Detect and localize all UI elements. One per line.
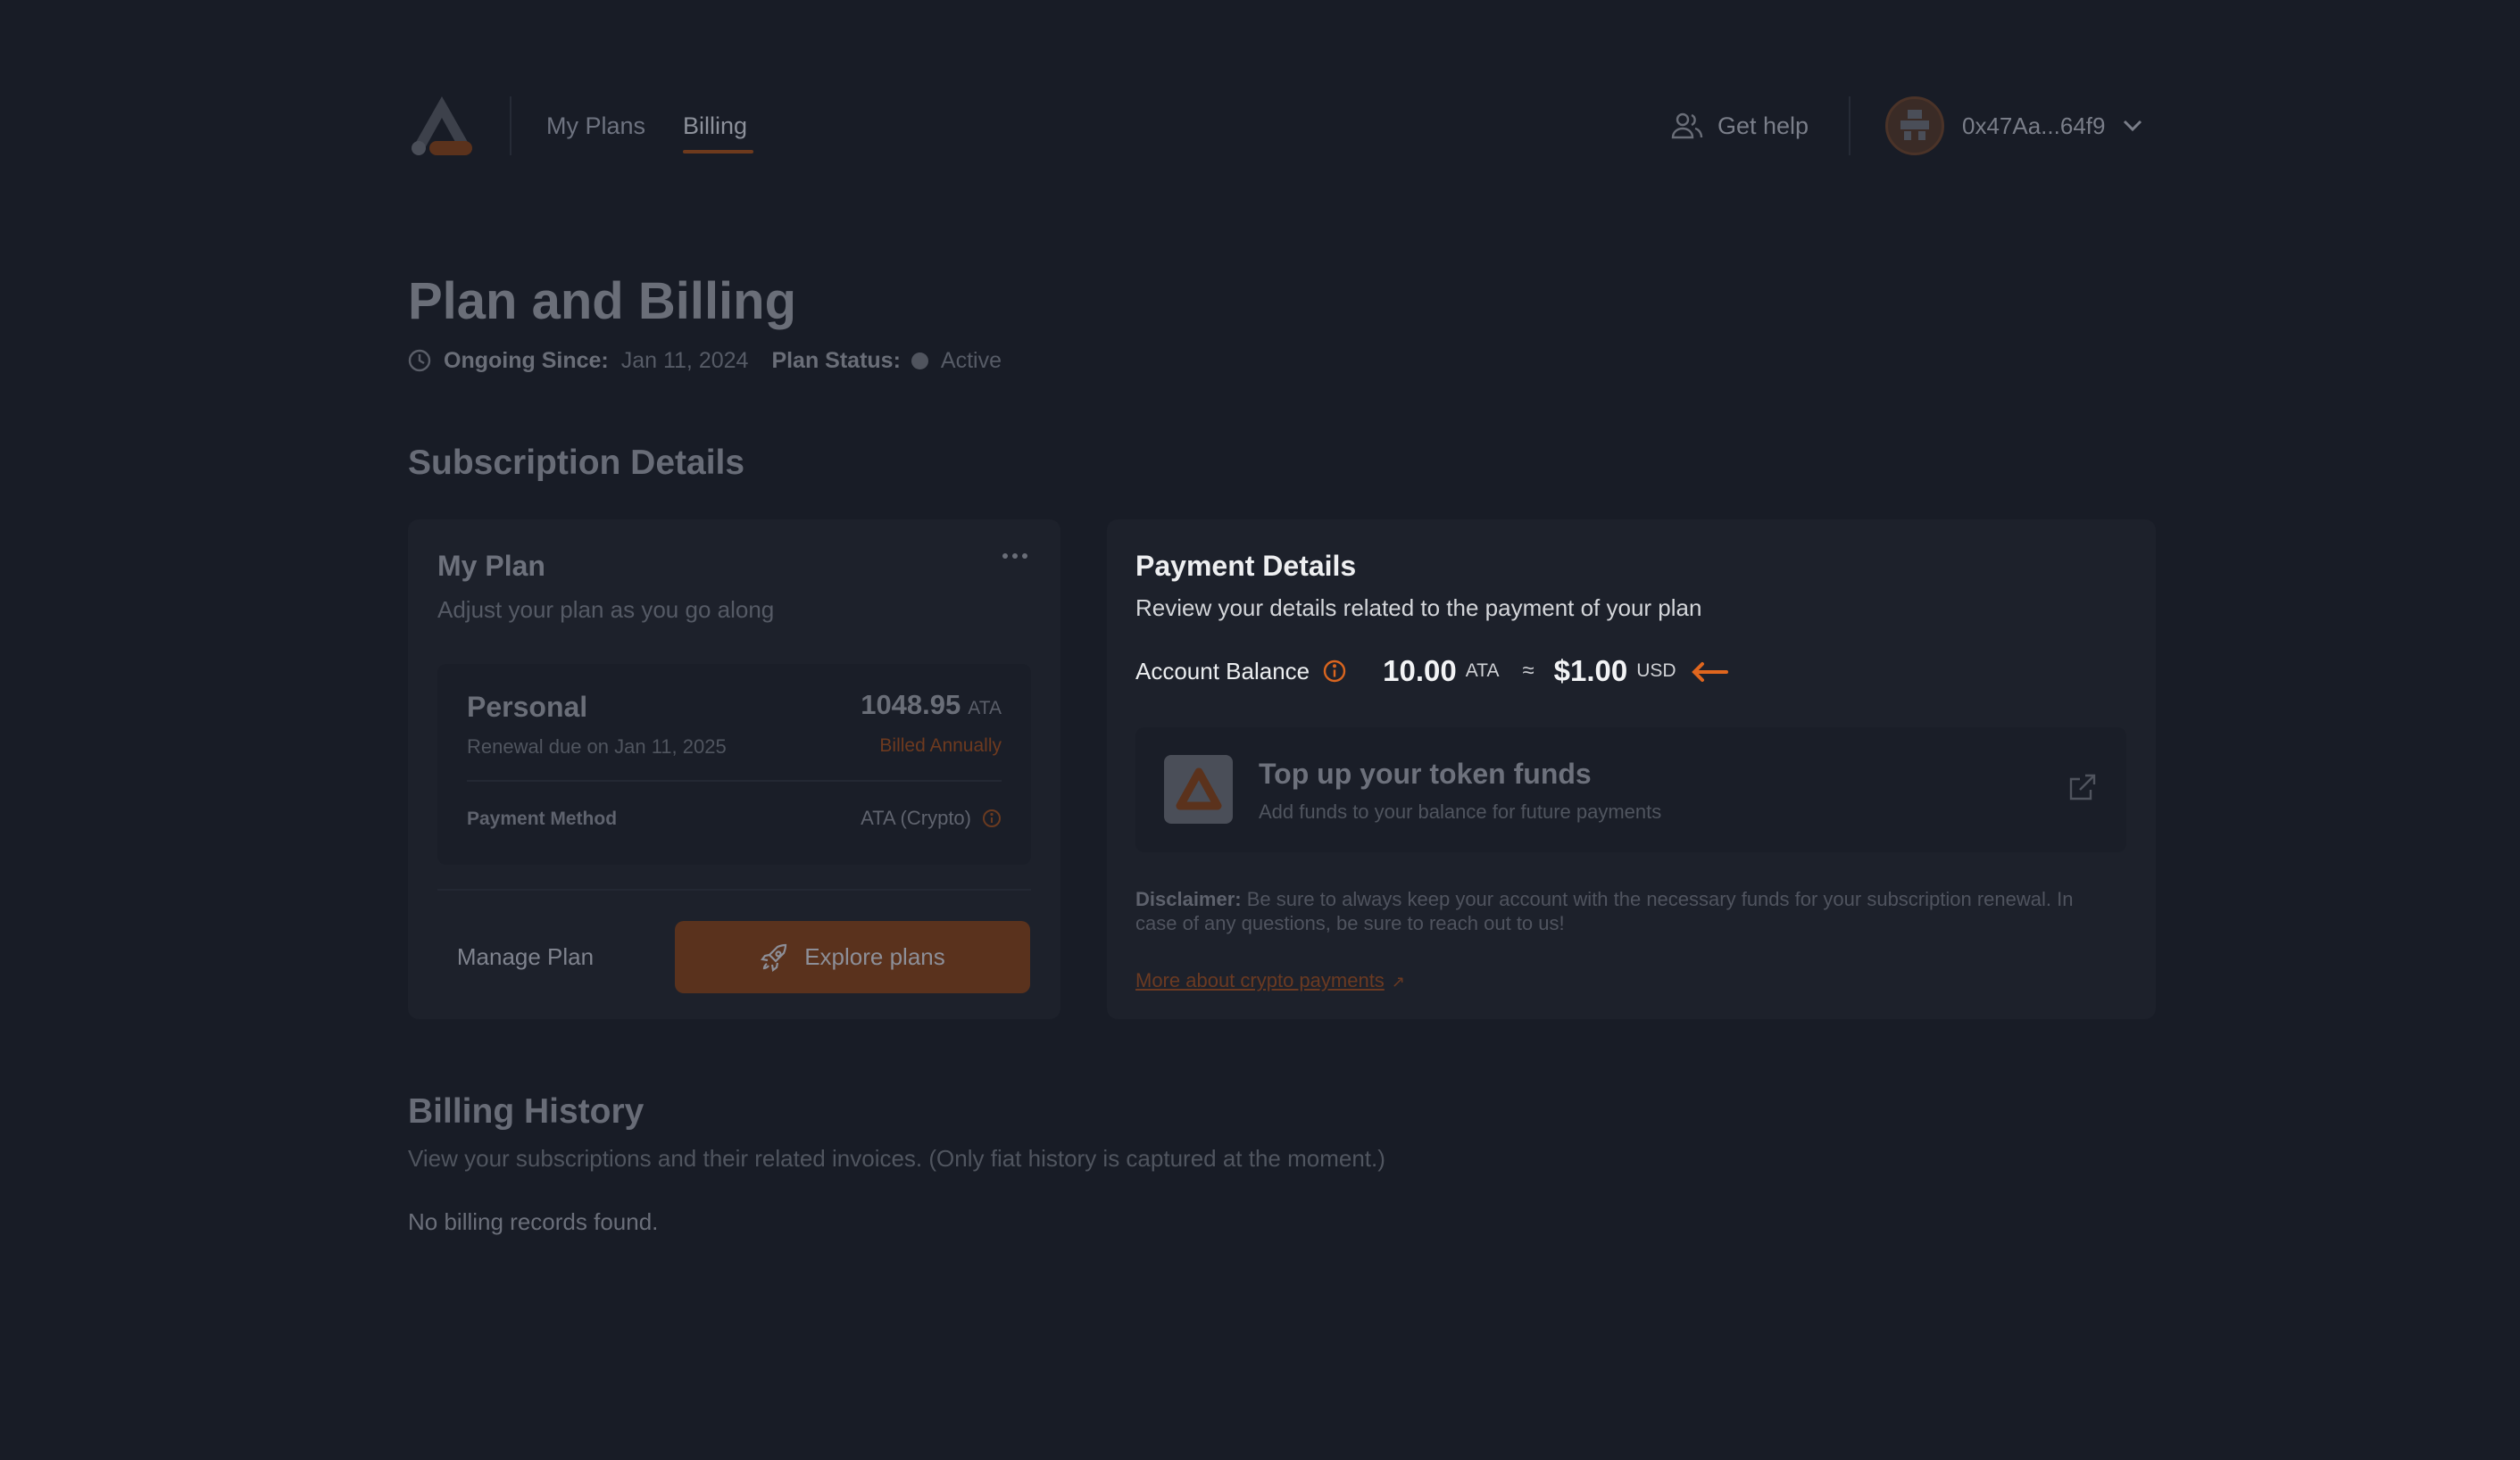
arrow-left-icon — [1691, 662, 1728, 682]
explore-plans-button[interactable]: Explore plans — [675, 921, 1030, 993]
page-title: Plan and Billing — [408, 272, 797, 330]
plan-summary: Personal Renewal due on Jan 11, 2025 104… — [437, 664, 1031, 865]
header-divider — [510, 96, 511, 155]
chevron-down-icon — [2124, 120, 2142, 132]
divider — [467, 780, 1002, 782]
dot-icon — [1002, 553, 1008, 559]
dot-icon — [1022, 553, 1027, 559]
top-up-subtitle: Add funds to your balance for future pay… — [1259, 801, 1662, 823]
manage-plan-button[interactable]: Manage Plan — [437, 921, 613, 992]
nav-billing[interactable]: Billing — [683, 112, 747, 140]
usd-unit: USD — [1636, 660, 1676, 681]
payment-method-label: Payment Method — [467, 809, 618, 829]
approx-symbol: ≈ — [1522, 659, 1534, 683]
top-nav: My Plans Billing Get help 0x47Aa...64f9 — [408, 89, 2156, 166]
status-dot — [911, 352, 928, 369]
billing-cycle: Billed Annually — [879, 735, 1002, 756]
my-plan-subtitle: Adjust your plan as you go along — [437, 596, 775, 623]
disclaimer: Disclaimer: Be sure to always keep your … — [1135, 887, 2117, 935]
payment-details-card: Payment Details Review your details rela… — [1107, 519, 2156, 1019]
renewal-date: Renewal due on Jan 11, 2025 — [467, 735, 727, 758]
get-help-button[interactable]: Get help — [1671, 107, 1809, 145]
plan-price: 1048.95 ATA — [861, 689, 1002, 721]
page: My Plans Billing Get help 0x47Aa...64f9 … — [408, 0, 2156, 1460]
arrow-up-right-icon: ↗ — [1391, 973, 1405, 991]
my-plan-card: My Plan Adjust your plan as you go along… — [408, 519, 1060, 1019]
more-options-button[interactable] — [997, 543, 1033, 569]
crypto-payments-link[interactable]: More about crypto payments ↗ — [1135, 969, 1405, 992]
usd-amount: $1.00 — [1553, 654, 1628, 687]
account-balance: Account Balance 10.00 ATA ≈ $1.00 USD — [1135, 653, 1730, 689]
balance-unit: ATA — [1465, 660, 1500, 681]
billing-empty-state: No billing records found. — [408, 1208, 659, 1235]
header-divider-right — [1849, 96, 1850, 155]
payment-method-text: ATA (Crypto) — [861, 807, 971, 829]
info-icon[interactable] — [982, 809, 1002, 828]
external-link-icon — [2069, 774, 2096, 801]
clock-icon — [408, 349, 431, 372]
account-balance-label: Account Balance — [1135, 657, 1310, 684]
plan-price-unit: ATA — [968, 698, 1002, 718]
ongoing-since-value: Jan 11, 2024 — [620, 347, 749, 373]
avatar — [1885, 96, 1944, 155]
get-help-label: Get help — [1717, 112, 1809, 139]
crypto-payments-link-label: More about crypto payments — [1135, 969, 1385, 991]
billing-history-title: Billing History — [408, 1092, 645, 1131]
info-icon[interactable] — [1322, 659, 1347, 684]
subscription-details-title: Subscription Details — [408, 444, 745, 482]
plan-name: Personal — [467, 691, 588, 723]
billing-history-subtitle: View your subscriptions and their relate… — [408, 1145, 1385, 1172]
dot-icon — [1012, 553, 1018, 559]
brand-logo-icon — [1164, 755, 1233, 824]
plan-meta: Ongoing Since: Jan 11, 2024 Plan Status:… — [408, 344, 1002, 377]
rocket-icon — [761, 943, 787, 972]
balance-amount: 10.00 — [1383, 654, 1457, 687]
plan-status-label: Plan Status: — [771, 347, 901, 373]
disclaimer-label: Disclaimer: — [1135, 888, 1242, 910]
ongoing-since-label: Ongoing Since: — [444, 347, 609, 373]
nav-active-indicator — [683, 150, 753, 153]
users-icon — [1671, 112, 1703, 139]
account-menu[interactable]: 0x47Aa...64f9 — [1885, 96, 2142, 155]
brand-logo-icon[interactable] — [408, 95, 476, 157]
plan-status-value: Active — [940, 347, 1002, 373]
plan-price-amount: 1048.95 — [861, 689, 961, 720]
explore-plans-label: Explore plans — [804, 943, 945, 970]
divider — [437, 889, 1031, 891]
nav-my-plans[interactable]: My Plans — [546, 112, 645, 140]
my-plan-title: My Plan — [437, 550, 545, 582]
top-up-title: Top up your token funds — [1259, 758, 1592, 790]
wallet-address: 0x47Aa...64f9 — [1962, 112, 2106, 139]
disclaimer-text: Be sure to always keep your account with… — [1135, 888, 2074, 934]
top-up-funds-card[interactable]: Top up your token funds Add funds to you… — [1135, 727, 2126, 852]
payment-details-title: Payment Details — [1135, 550, 1357, 582]
payment-details-subtitle: Review your details related to the payme… — [1135, 594, 1702, 621]
payment-method-value: ATA (Crypto) — [861, 807, 1002, 830]
